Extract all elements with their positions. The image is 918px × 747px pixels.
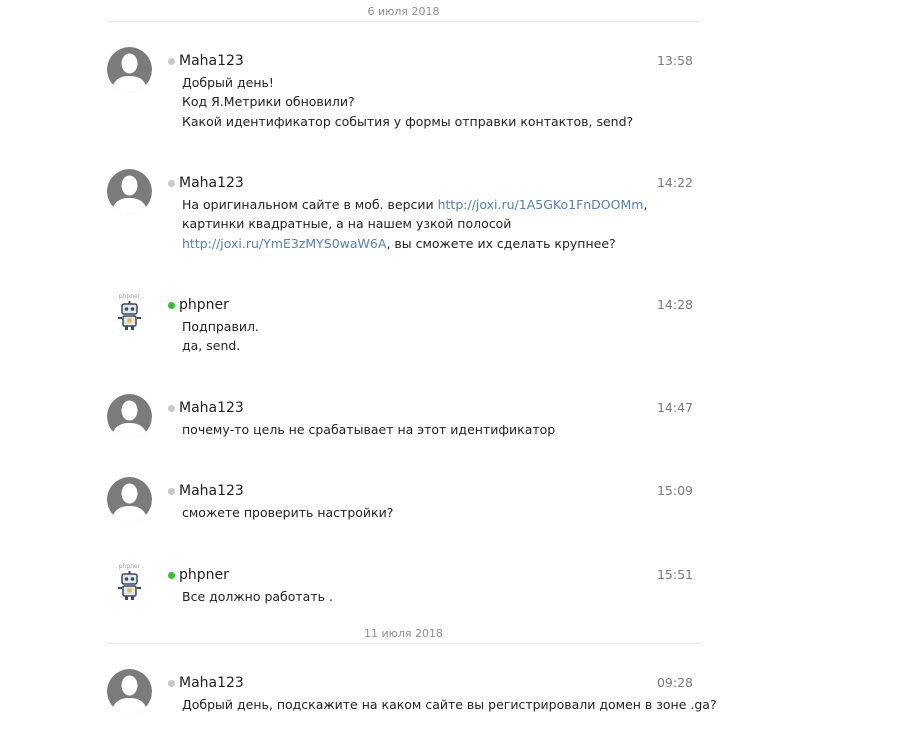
date-separator: 6 июля 2018 xyxy=(107,2,700,22)
svg-text:. phpner .: . phpner . xyxy=(115,293,144,300)
message-author[interactable]: Maha123 xyxy=(179,174,244,192)
date-label: 6 июля 2018 xyxy=(367,5,440,18)
robot-avatar[interactable]: . phpner . xyxy=(107,561,152,606)
divider xyxy=(107,21,700,22)
message-line: Подправил. xyxy=(182,319,259,334)
divider xyxy=(107,643,700,644)
message-author[interactable]: phpner xyxy=(179,566,229,584)
message-line: Какой идентификатор события у формы отпр… xyxy=(182,113,634,129)
robot-avatar[interactable]: . phpner . xyxy=(107,291,152,336)
message-time: 14:28 xyxy=(656,297,693,312)
date-separator: 11 июля 2018 xyxy=(107,624,700,644)
default-user-avatar[interactable] xyxy=(107,669,152,714)
date-label: 11 июля 2018 xyxy=(363,627,444,640)
offline-status-icon xyxy=(168,180,175,187)
message-line: да, send. xyxy=(182,338,241,354)
message-time: 14:47 xyxy=(656,400,693,415)
offline-status-icon xyxy=(168,680,175,687)
message-body: На оригинальном сайте в моб. версии http… xyxy=(182,195,694,253)
message-time: 14:22 xyxy=(656,175,693,190)
message-body: Добрый день, подскажите на каком сайте в… xyxy=(182,695,717,714)
message-text-part: На оригинальном сайте в моб. версии xyxy=(182,197,438,212)
offline-status-icon xyxy=(168,58,175,65)
svg-text:. phpner .: . phpner . xyxy=(115,563,144,570)
online-status-icon xyxy=(168,302,175,309)
message-body: Подправил. да, send. xyxy=(182,317,694,356)
chat-feed: 6 июля 2018 Maha123 13:58 Добрый день! К… xyxy=(0,0,918,747)
default-user-avatar[interactable] xyxy=(107,169,152,214)
message-line: Все должно работать . xyxy=(182,589,333,604)
default-user-avatar[interactable] xyxy=(107,394,152,439)
message-line: почему-то цель не срабатывает на этот ид… xyxy=(182,422,556,437)
message-author[interactable]: Maha123 xyxy=(179,399,244,417)
message-author[interactable]: Maha123 xyxy=(179,52,244,70)
message-time: 13:58 xyxy=(656,53,693,68)
message-author[interactable]: phpner xyxy=(179,296,229,314)
message-time: 15:51 xyxy=(656,567,693,582)
online-status-icon xyxy=(168,572,175,579)
message-time: 15:09 xyxy=(656,483,693,498)
message-line: Код Я.Метрики обновили? xyxy=(182,94,355,110)
message-time: 09:28 xyxy=(656,675,693,690)
message-line: сможете проверить настройки? xyxy=(182,505,394,520)
message-link[interactable]: http://joxi.ru/1A5GKo1FnDOOMm xyxy=(438,197,644,212)
offline-status-icon xyxy=(168,488,175,495)
default-user-avatar[interactable] xyxy=(107,477,152,522)
message-text-part: , вы сможете их сделать крупнее? xyxy=(386,235,616,251)
message-author[interactable]: Maha123 xyxy=(179,482,244,500)
message-line: Добрый день! xyxy=(182,75,274,90)
message-body: почему-то цель не срабатывает на этот ид… xyxy=(182,420,694,439)
message-body: Добрый день! Код Я.Метрики обновили? Как… xyxy=(182,73,694,131)
message-link[interactable]: http://joxi.ru/YmE3zMYS0waW6A xyxy=(182,236,386,251)
message-body: Все должно работать . xyxy=(182,587,694,606)
message-text: На оригинальном сайте в моб. версии http… xyxy=(182,195,694,253)
message-body: сможете проверить настройки? xyxy=(182,503,694,522)
offline-status-icon xyxy=(168,405,175,412)
message-author[interactable]: Maha123 xyxy=(179,674,244,692)
default-user-avatar[interactable] xyxy=(107,47,152,92)
message-line: Добрый день, подскажите на каком сайте в… xyxy=(182,697,717,712)
